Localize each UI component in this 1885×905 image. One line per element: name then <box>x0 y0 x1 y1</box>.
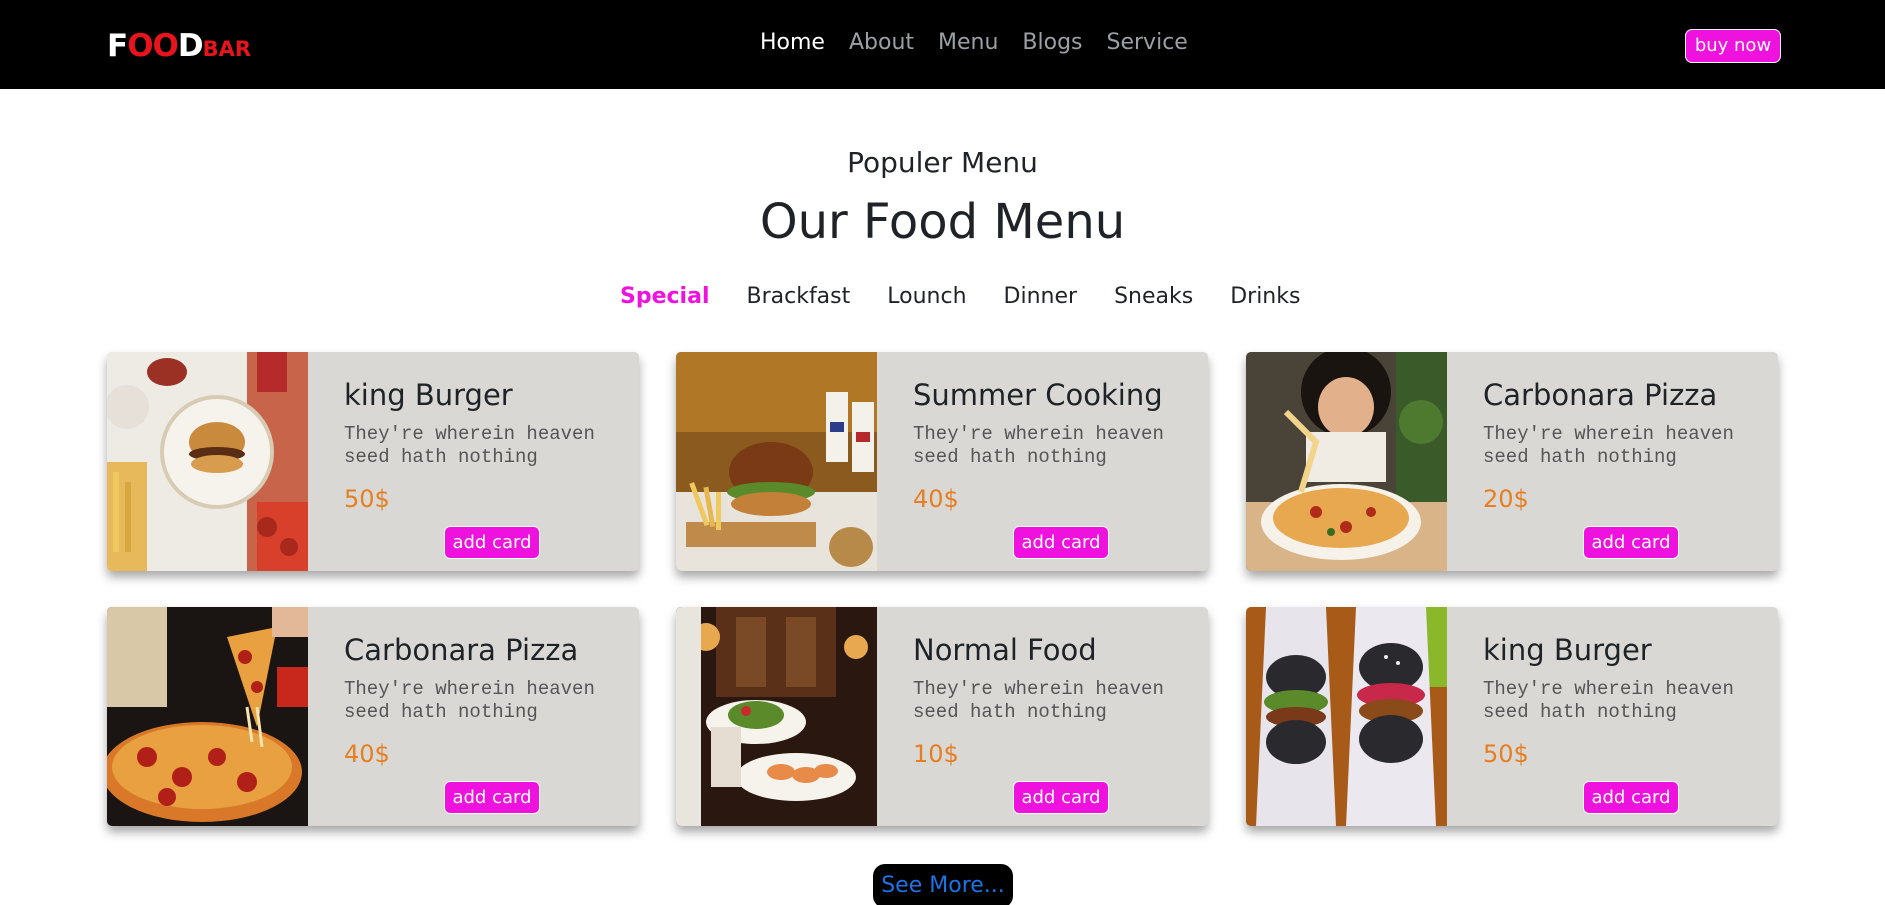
nav-link-about[interactable]: About <box>849 30 914 55</box>
tab-breakfast[interactable]: Brackfast <box>746 284 850 309</box>
logo-letter-f: F <box>107 28 128 64</box>
burger-fries-photo <box>676 352 877 571</box>
card-title: king Burger <box>1483 633 1652 667</box>
card-price: 40$ <box>913 485 959 513</box>
add-card-button[interactable]: add card <box>444 781 540 814</box>
tab-snacks[interactable]: Sneaks <box>1114 284 1193 309</box>
food-card: Normal Food They're wherein heaven seed … <box>676 607 1208 826</box>
add-card-button[interactable]: add card <box>1583 526 1679 559</box>
card-title: Carbonara Pizza <box>1483 378 1718 412</box>
card-description: They're wherein heaven seed hath nothing <box>344 678 595 723</box>
black-burgers-photo <box>1246 607 1447 826</box>
add-card-button[interactable]: add card <box>1013 781 1109 814</box>
tab-drinks[interactable]: Drinks <box>1230 284 1300 309</box>
buy-now-button[interactable]: buy now <box>1685 29 1781 63</box>
nav-link-menu[interactable]: Menu <box>938 30 998 55</box>
card-price: 50$ <box>344 485 390 513</box>
card-title: Carbonara Pizza <box>344 633 579 667</box>
card-description: They're wherein heaven seed hath nothing <box>1483 678 1734 723</box>
pepperoni-pizza-photo <box>107 607 308 826</box>
food-card: king Burger They're wherein heaven seed … <box>107 352 639 571</box>
card-title: Normal Food <box>913 633 1097 667</box>
see-more-button[interactable]: See More... <box>873 864 1013 905</box>
card-description: They're wherein heaven seed hath nothing <box>344 423 595 468</box>
card-price: 40$ <box>344 740 390 768</box>
card-price: 20$ <box>1483 485 1529 513</box>
add-card-button[interactable]: add card <box>1013 526 1109 559</box>
nav-link-service[interactable]: Service <box>1107 30 1188 55</box>
nav-link-blogs[interactable]: Blogs <box>1022 30 1082 55</box>
brand-logo[interactable]: FOODBAR <box>107 28 251 64</box>
card-price: 50$ <box>1483 740 1529 768</box>
tab-special[interactable]: Special <box>620 284 709 309</box>
food-card: king Burger They're wherein heaven seed … <box>1246 607 1778 826</box>
nav-links: Home About Menu Blogs Service <box>760 30 1212 55</box>
food-card: Carbonara Pizza They're wherein heaven s… <box>107 607 639 826</box>
menu-tabs: Special Brackfast Lounch Dinner Sneaks D… <box>620 284 1337 309</box>
pizza-girl-photo <box>1246 352 1447 571</box>
food-card: Carbonara Pizza They're wherein heaven s… <box>1246 352 1778 571</box>
card-description: They're wherein heaven seed hath nothing <box>1483 423 1734 468</box>
card-title: king Burger <box>344 378 513 412</box>
card-description: They're wherein heaven seed hath nothing <box>913 678 1164 723</box>
logo-bar: BAR <box>202 37 252 61</box>
section-title: Our Food Menu <box>759 194 1126 250</box>
card-price: 10$ <box>913 740 959 768</box>
logo-letters-oo: OO <box>127 28 179 64</box>
tab-dinner[interactable]: Dinner <box>1004 284 1078 309</box>
burger-table-photo <box>107 352 308 571</box>
logo-letter-d: D <box>177 28 204 64</box>
card-description: They're wherein heaven seed hath nothing <box>913 423 1164 468</box>
section-subtitle: Populer Menu <box>847 146 1038 179</box>
navbar: FOODBAR Home About Menu Blogs Service bu… <box>0 0 1885 89</box>
tab-lunch[interactable]: Lounch <box>887 284 966 309</box>
card-title: Summer Cooking <box>913 378 1163 412</box>
add-card-button[interactable]: add card <box>1583 781 1679 814</box>
restaurant-plates-photo <box>676 607 877 826</box>
add-card-button[interactable]: add card <box>444 526 540 559</box>
nav-link-home[interactable]: Home <box>760 30 825 55</box>
food-card: Summer Cooking They're wherein heaven se… <box>676 352 1208 571</box>
